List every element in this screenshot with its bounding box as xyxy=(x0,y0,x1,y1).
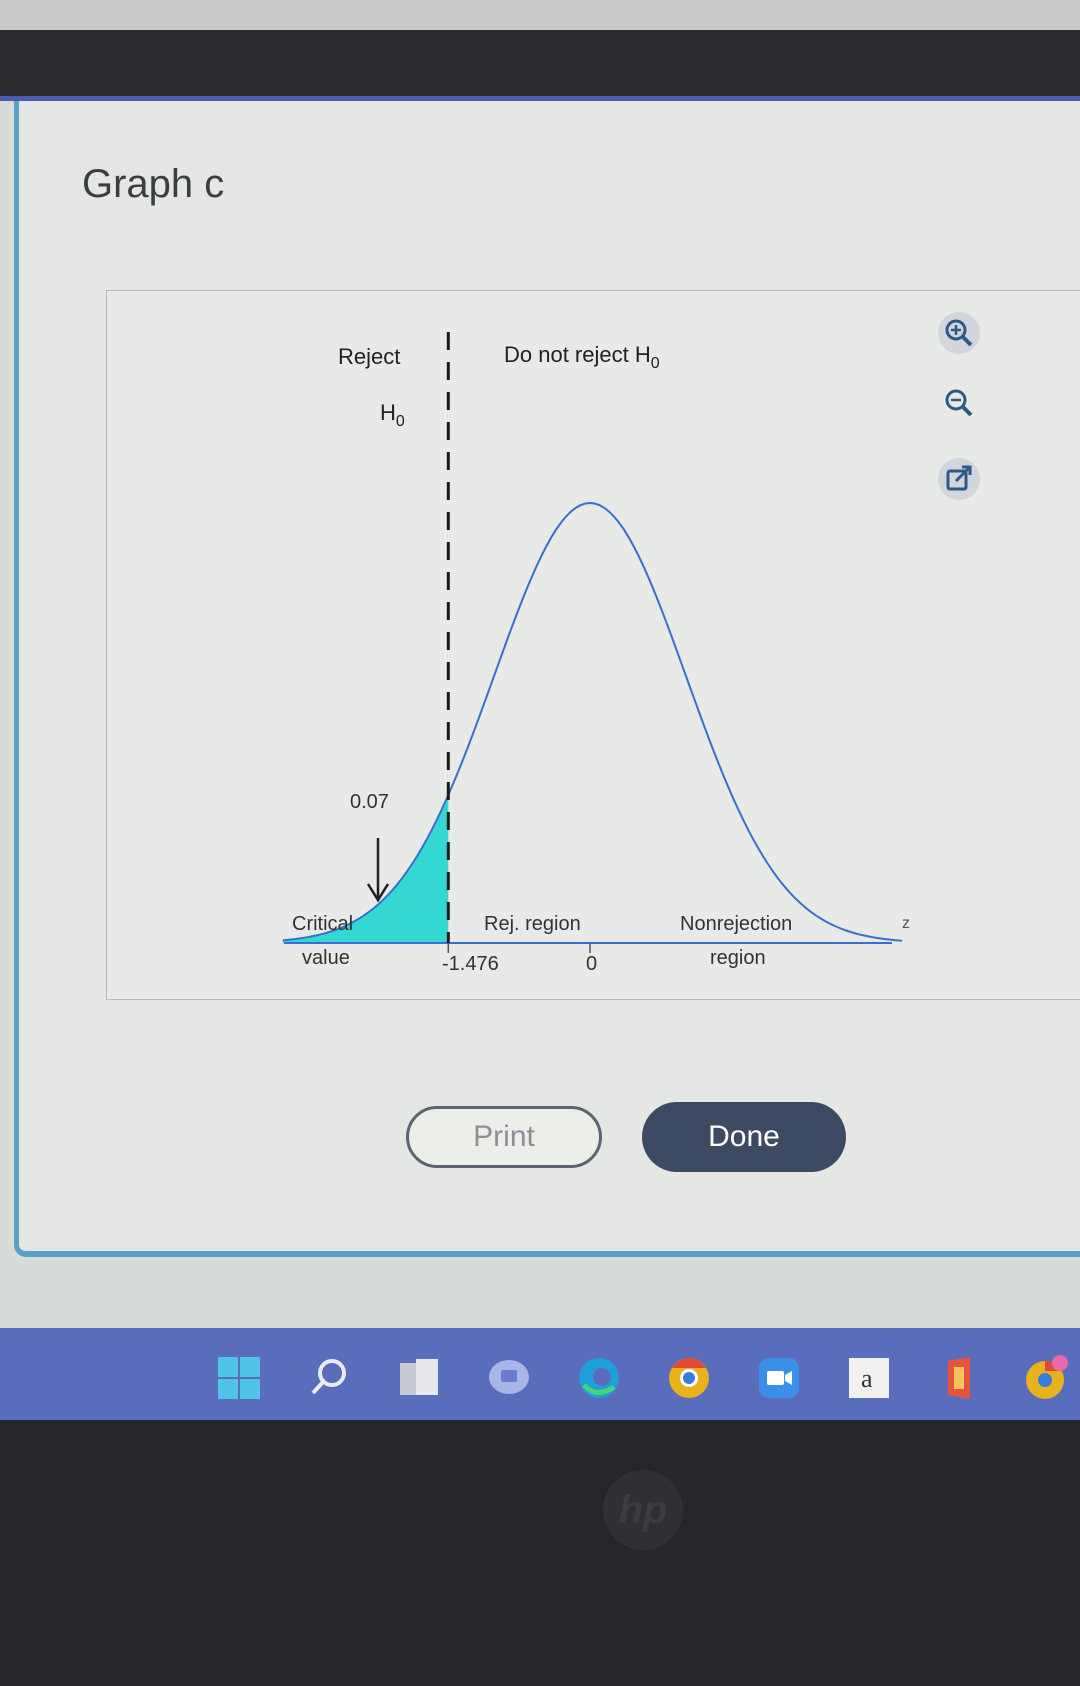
normal-curve xyxy=(282,501,903,942)
hypothesis-test-graph: Reject H0 Do not reject H0 0.07 Critical… xyxy=(282,332,910,975)
zoom-in-icon xyxy=(945,319,973,347)
file-explorer-icon[interactable] xyxy=(396,1355,442,1401)
monitor-bezel-top xyxy=(0,30,1080,96)
zoom-icon[interactable] xyxy=(756,1355,802,1401)
search-icon[interactable] xyxy=(306,1355,352,1401)
chat-icon[interactable] xyxy=(486,1355,532,1401)
hp-logo: hp xyxy=(603,1470,683,1550)
zoom-out-icon xyxy=(945,389,973,417)
tail-area-label: 0.07 xyxy=(350,791,389,813)
monitor-bezel-bottom xyxy=(0,1420,1080,1686)
svg-text:a: a xyxy=(861,1364,873,1393)
background-band xyxy=(0,0,1080,30)
chrome-icon[interactable] xyxy=(666,1355,712,1401)
reject-h0-label: H0 xyxy=(380,400,405,430)
zoom-out-button[interactable] xyxy=(938,382,980,424)
critical-label: Critical xyxy=(292,913,353,935)
z-axis-label: z xyxy=(902,915,910,932)
critical-value-tick-label: -1.476 xyxy=(442,953,499,975)
do-not-reject-label: Do not reject H0 xyxy=(504,342,660,372)
done-button[interactable]: Done xyxy=(642,1102,846,1172)
office-icon[interactable] xyxy=(936,1355,982,1401)
edge-browser-icon[interactable] xyxy=(576,1355,622,1401)
zoom-in-button[interactable] xyxy=(938,312,980,354)
open-in-new-window-button[interactable] xyxy=(938,458,980,500)
chrome-profile-icon[interactable] xyxy=(1022,1355,1068,1401)
value-label: value xyxy=(302,947,350,969)
taskbar xyxy=(0,1328,1080,1420)
dialog-title: Graph c xyxy=(82,162,225,206)
down-arrow-icon xyxy=(366,838,390,903)
reject-label: Reject xyxy=(338,344,400,369)
zero-tick-label: 0 xyxy=(586,953,597,975)
amazon-icon[interactable]: a xyxy=(846,1355,892,1401)
external-link-icon xyxy=(946,465,972,491)
print-button[interactable]: Print xyxy=(406,1106,602,1168)
rej-region-label: Rej. region xyxy=(484,913,581,935)
region-label: region xyxy=(710,947,766,969)
windows-start-icon[interactable] xyxy=(216,1355,262,1401)
nonrejection-label: Nonrejection xyxy=(680,913,792,935)
